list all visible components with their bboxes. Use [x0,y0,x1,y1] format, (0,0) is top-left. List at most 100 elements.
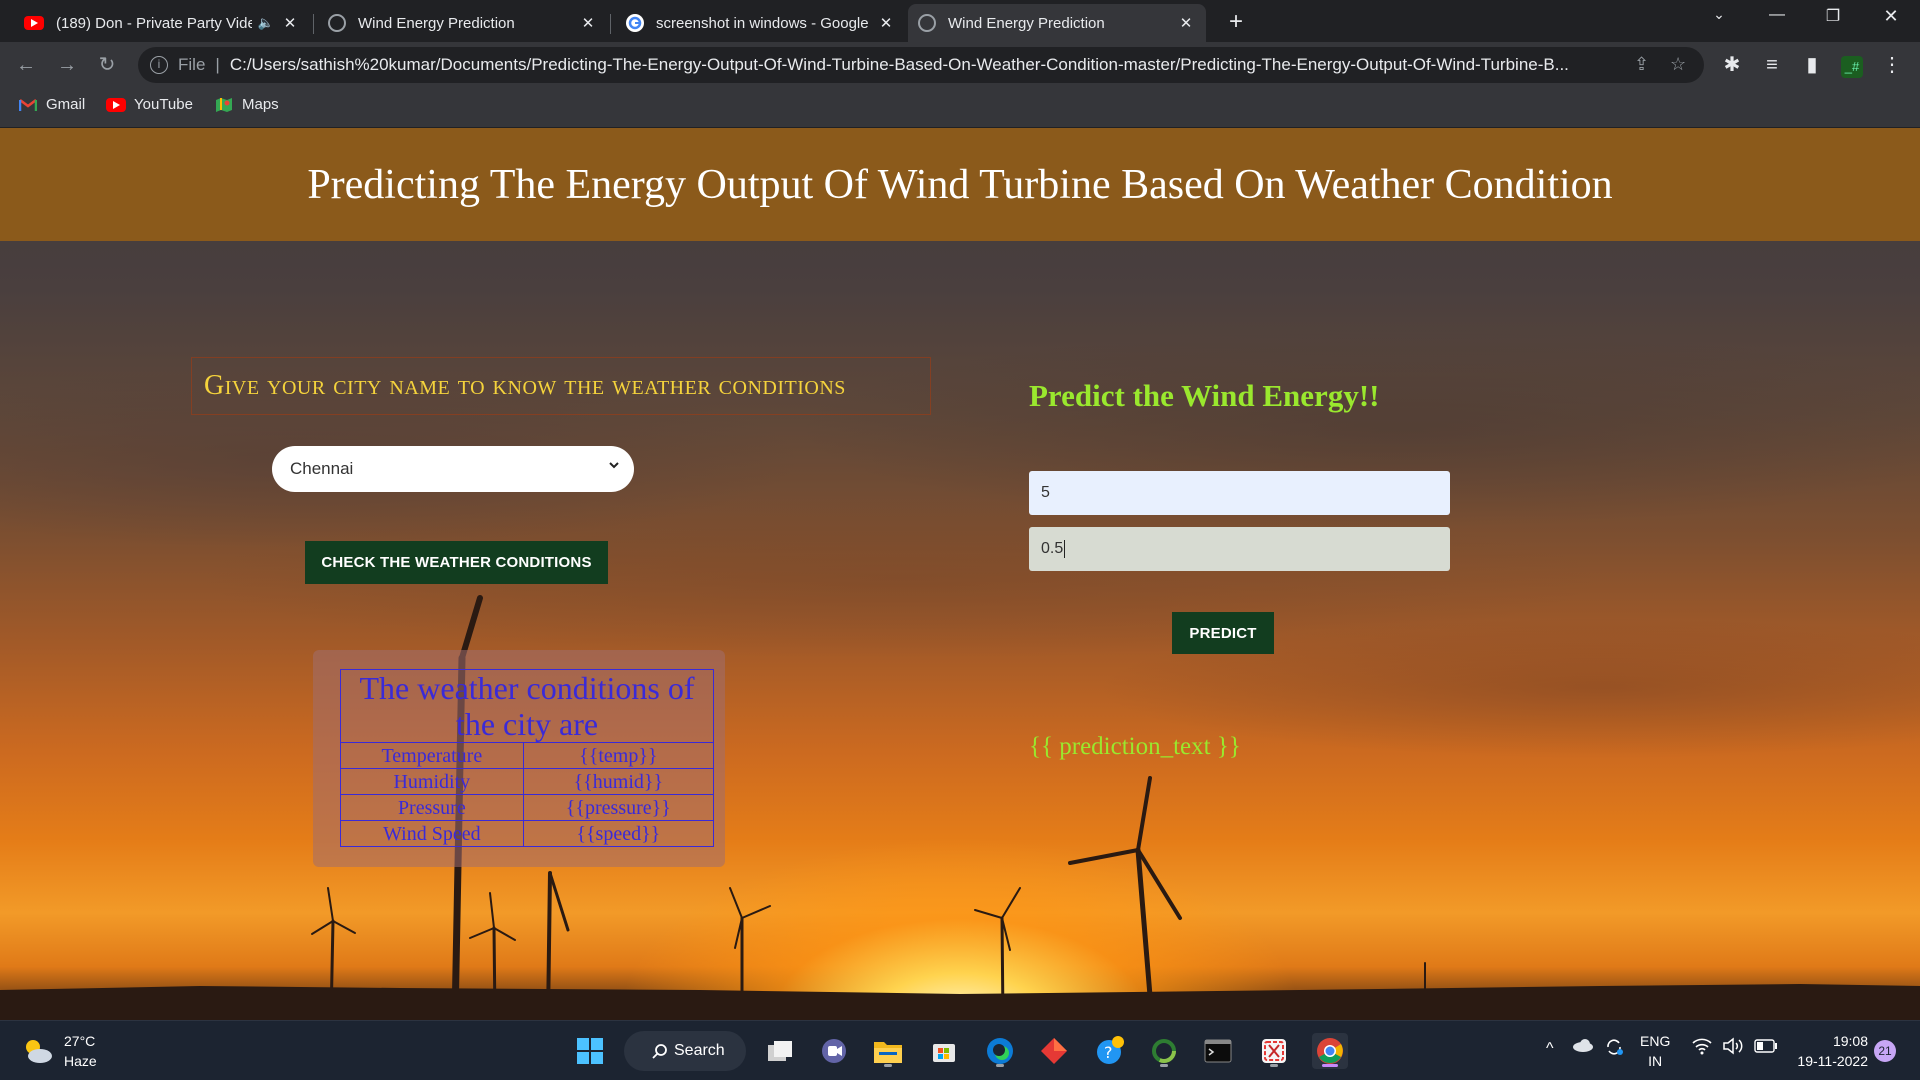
weather-temp: 27°C [64,1033,96,1049]
search-icon [652,1044,667,1059]
loading-app-icon[interactable] [1146,1033,1182,1069]
bookmark-label: Gmail [46,96,86,113]
edge-icon[interactable] [982,1033,1018,1069]
running-indicator [1160,1064,1168,1067]
close-icon[interactable]: ✕ [280,14,300,32]
tab-wind-energy-active[interactable]: Wind Energy Prediction ✕ [908,4,1206,42]
lang-bottom: IN [1648,1053,1663,1069]
tab-search-icon[interactable]: ⌄ [1696,6,1742,23]
extension-hash-icon[interactable]: _# [1838,51,1866,79]
page-title: Predicting The Energy Output Of Wind Tur… [307,161,1613,208]
row-value: {{speed}} [522,820,715,847]
globe-icon [918,14,936,32]
reload-icon[interactable]: ↻ [93,51,121,79]
bookmark-label: Maps [242,96,279,113]
city-prompt-box: Give your city name to know the weather … [191,357,931,415]
media-control-icon[interactable]: ≡ [1758,51,1786,79]
onedrive-icon[interactable] [1572,1037,1594,1058]
teams-chat-icon[interactable] [816,1033,852,1069]
notification-badge[interactable]: 21 [1874,1040,1896,1062]
input-field-2[interactable]: 0.5 [1029,527,1450,571]
extensions-icon[interactable]: ✱ [1718,51,1746,79]
url-text: C:/Users/sathish%20kumar/Documents/Predi… [229,55,1569,74]
clock[interactable]: 19:08 19-11-2022 [1794,1031,1868,1071]
bookmark-star-icon[interactable]: ☆ [1670,54,1686,75]
forward-icon[interactable]: → [53,51,81,79]
predict-button[interactable]: PREDICT [1172,612,1274,654]
bookmark-youtube[interactable]: YouTube [106,96,193,113]
start-icon[interactable] [572,1033,608,1069]
restore-button[interactable]: ❐ [1810,6,1856,26]
language-indicator[interactable]: ENG IN [1640,1031,1670,1071]
app-red-diamond-icon[interactable] [1036,1033,1072,1069]
lang-top: ENG [1640,1033,1671,1049]
close-icon[interactable]: ✕ [876,14,896,32]
weather-table-title: The weather conditions of the city are [340,669,714,743]
separator: | [215,55,220,74]
tab-strip: (189) Don - Private Party Vide 🔈 ✕ Wind … [0,0,1920,42]
chevron-up-icon[interactable]: ^ [1546,1039,1554,1059]
maps-icon [214,97,234,113]
row-value: {{humid}} [522,768,715,795]
close-window-button[interactable]: ✕ [1868,6,1914,27]
web-page: Predicting The Energy Output Of Wind Tur… [0,128,1920,1020]
menu-icon[interactable]: ⋮ [1878,51,1906,79]
taskbar-search[interactable]: Search [624,1031,746,1071]
file-explorer-icon[interactable] [870,1033,906,1069]
youtube-icon [106,97,126,113]
chrome-icon[interactable] [1312,1033,1348,1069]
minimize-button[interactable]: — [1754,6,1800,24]
tab-wind-energy-1[interactable]: Wind Energy Prediction ✕ [318,4,608,42]
info-icon[interactable]: i [150,56,168,74]
tab-title: screenshot in windows - Google [656,14,869,32]
google-icon [626,14,644,32]
snipping-tool-icon[interactable] [1256,1033,1292,1069]
wifi-icon[interactable] [1692,1037,1712,1060]
back-icon[interactable]: ← [12,51,40,79]
bookmark-maps[interactable]: Maps [214,96,279,113]
terminal-icon[interactable] [1200,1033,1236,1069]
close-icon[interactable]: ✕ [578,14,598,32]
speaker-icon[interactable]: 🔈 [258,15,274,31]
tab-divider [610,14,611,34]
screen: (189) Don - Private Party Vide 🔈 ✕ Wind … [0,0,1920,1080]
scheme-label: File [178,55,206,74]
side-panel-icon[interactable]: ▮ [1798,51,1826,79]
page-header: Predicting The Energy Output Of Wind Tur… [0,128,1920,241]
input-field-1[interactable]: 5 [1029,471,1450,515]
table-row: Temperature {{temp}} [340,742,715,769]
tab-google-search[interactable]: screenshot in windows - Google ✕ [616,4,906,42]
prediction-output: {{ prediction_text }} [1029,733,1241,760]
search-label: Search [674,1042,725,1059]
tab-youtube[interactable]: (189) Don - Private Party Vide 🔈 ✕ [14,4,310,42]
running-indicator [1270,1064,1278,1067]
tab-title: Wind Energy Prediction [948,14,1105,32]
help-app-icon[interactable]: ? [1092,1033,1128,1069]
city-select[interactable]: Chennai [272,446,634,492]
task-view-icon[interactable] [762,1033,798,1069]
row-value: {{pressure}} [522,794,715,821]
input-2-value: 0.5 [1041,540,1064,557]
check-weather-button[interactable]: CHECK THE WEATHER CONDITIONS [305,541,608,584]
new-tab-button[interactable]: + [1222,8,1250,36]
table-row: Wind Speed {{speed}} [340,820,715,847]
text-cursor [1064,540,1066,558]
clock-date: 19-11-2022 [1797,1053,1868,1069]
bookmarks-bar: Gmail YouTube Maps [0,88,1920,128]
row-value: {{temp}} [522,742,715,769]
bookmark-gmail[interactable]: Gmail [18,96,85,113]
store-icon[interactable] [926,1033,962,1069]
clock-time: 19:08 [1832,1033,1868,1049]
share-icon[interactable]: ⇪ [1634,54,1649,75]
close-icon[interactable]: ✕ [1176,14,1196,32]
bookmark-label: YouTube [134,96,193,113]
sync-icon[interactable] [1604,1037,1624,1062]
taskbar: 27°C Haze Search ? ^ ENG IN 19:08 19-11-… [0,1020,1920,1080]
volume-icon[interactable] [1722,1037,1744,1060]
wind-farm-silhouette [0,595,1920,1020]
battery-icon[interactable] [1754,1038,1778,1058]
weather-widget[interactable]: 27°C Haze [20,1031,97,1071]
table-row: Humidity {{humid}} [340,768,715,795]
address-bar[interactable]: i File | C:/Users/sathish%20kumar/Docume… [138,47,1704,83]
city-select-value: Chennai [290,459,354,478]
